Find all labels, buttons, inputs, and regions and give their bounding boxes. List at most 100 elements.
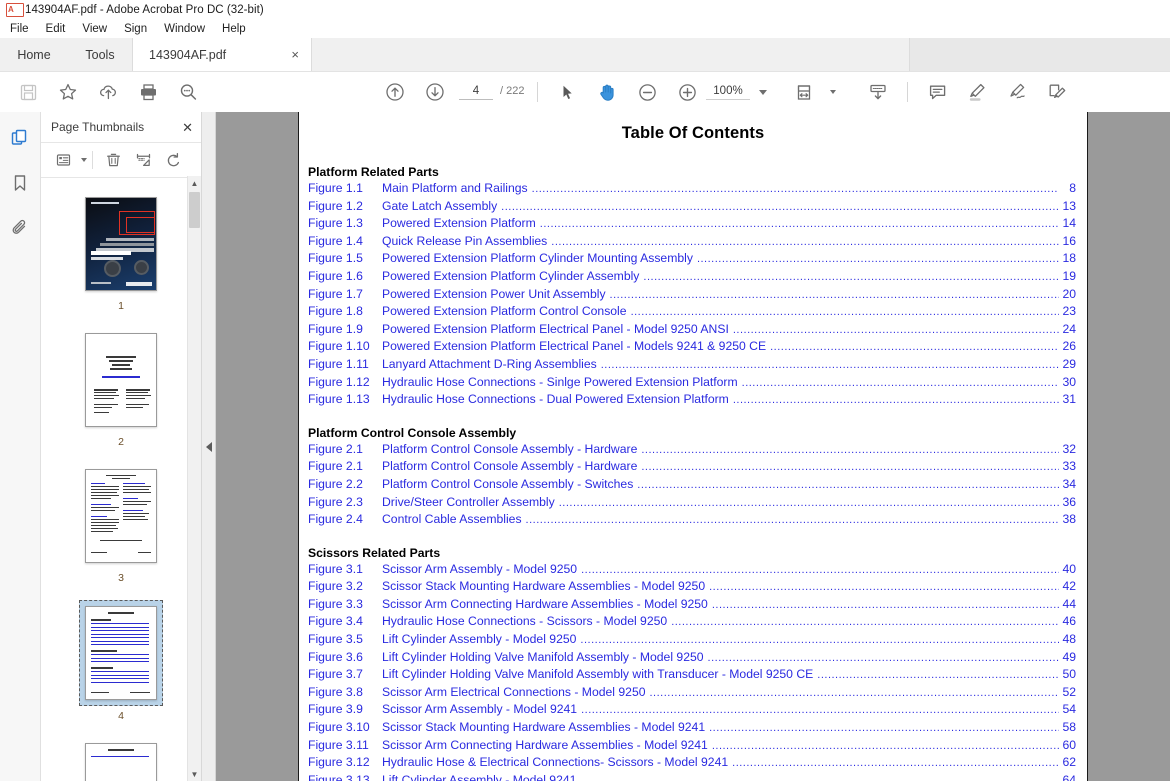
tab-tools[interactable]: Tools [68, 38, 132, 71]
toc-entry[interactable]: Figure 2.3 Drive/Steer Controller Assembl… [308, 494, 1076, 512]
toc-leader-dots: ........................................… [817, 669, 1059, 682]
menu-edit[interactable]: Edit [44, 22, 68, 36]
attachments-icon[interactable] [5, 214, 35, 242]
zoom-level-value[interactable]: 100% [706, 84, 750, 100]
extract-pages-icon[interactable] [128, 147, 158, 173]
toc-entry[interactable]: Figure 1.1 Main Platform and Railings....… [308, 180, 1076, 198]
close-icon[interactable]: ✕ [182, 121, 193, 134]
toc-entry[interactable]: Figure 1.9 Powered Extension Platform Ele… [308, 321, 1076, 339]
page-thumbnails-list[interactable]: 1 2 3 4 [41, 178, 201, 781]
collapse-panel-button[interactable] [202, 112, 216, 781]
comment-icon[interactable] [917, 76, 957, 108]
search-icon[interactable] [168, 76, 208, 108]
cursor-select-icon[interactable] [547, 76, 587, 108]
toc-entry-figure: Figure 1.3 [308, 216, 363, 231]
toc-leader-dots: ........................................… [741, 376, 1059, 389]
toc-entry[interactable]: Figure 3.2 Scissor Stack Mounting Hardwar… [308, 578, 1076, 596]
toc-entry[interactable]: Figure 1.3 Powered Extension Platform....… [308, 215, 1076, 233]
toc-entry[interactable]: Figure 1.6 Powered Extension Platform Cyl… [308, 268, 1076, 286]
page-thumbnails-icon[interactable] [5, 124, 35, 152]
toc-entry-page: 64 [1062, 772, 1076, 781]
toc-entry[interactable]: Figure 3.10 Scissor Stack Mounting Hardwa… [308, 719, 1076, 737]
toc-entry[interactable]: Figure 2.2 Platform Control Console Assem… [308, 476, 1076, 494]
toc-entry[interactable]: Figure 3.11 Scissor Arm Connecting Hardwa… [308, 737, 1076, 755]
thumbnail-page-5[interactable]: 5 [41, 738, 201, 781]
rotate-pages-icon[interactable] [158, 147, 188, 173]
toc-entry[interactable]: Figure 2.1 Platform Control Console Assem… [308, 458, 1076, 476]
toc-entry[interactable]: Figure 1.11 Lanyard Attachment D-Ring Ass… [308, 356, 1076, 374]
draw-signature-icon[interactable] [997, 76, 1037, 108]
toc-entry[interactable]: Figure 2.4 Control Cable Assemblies......… [308, 511, 1076, 529]
toc-leader-dots: ........................................… [709, 581, 1059, 594]
next-page-icon[interactable] [415, 76, 455, 108]
tab-document[interactable]: 143904AF.pdf × [132, 38, 312, 71]
toc-entry[interactable]: Figure 1.2 Gate Latch Assembly...........… [308, 198, 1076, 216]
toc-entry[interactable]: Figure 3.12 Hydraulic Hose & Electrical C… [308, 754, 1076, 772]
page-number-input[interactable] [459, 84, 493, 100]
thumbnail-image [85, 197, 157, 291]
toc-entry-title: Hydraulic Hose & Electrical Connections-… [382, 755, 729, 770]
toc-entry[interactable]: Figure 1.10 Powered Extension Platform El… [308, 338, 1076, 356]
delete-pages-icon[interactable] [98, 147, 128, 173]
toc-entry-page: 46 [1062, 614, 1076, 629]
toc-entry-title: Drive/Steer Controller Assembly [382, 494, 555, 509]
thumbnail-page-2[interactable]: 2 [41, 328, 201, 448]
tab-home[interactable]: Home [0, 38, 68, 71]
toc-entry[interactable]: Figure 3.13 Lift Cylinder Assembly - Mode… [308, 772, 1076, 781]
menu-view[interactable]: View [80, 22, 109, 36]
close-icon[interactable]: × [291, 48, 299, 61]
toc-entry-title: Platform Control Console Assembly - Hard… [382, 441, 638, 456]
toc-entry[interactable]: Figure 1.4 Quick Release Pin Assemblies..… [308, 233, 1076, 251]
page-number-field[interactable]: / 222 [459, 84, 524, 100]
toc-entry[interactable]: Figure 3.7 Lift Cylinder Holding Valve Ma… [308, 666, 1076, 684]
thumbnail-page-4[interactable]: 4 [41, 600, 201, 722]
toc-entry[interactable]: Figure 3.4 Hydraulic Hose Connections - S… [308, 613, 1076, 631]
toc-entry[interactable]: Figure 3.6 Lift Cylinder Holding Valve Ma… [308, 649, 1076, 667]
page-display-icon[interactable] [858, 76, 898, 108]
thumbnails-scrollbar[interactable]: ▲ ▼ [187, 176, 201, 781]
previous-page-icon[interactable] [375, 76, 415, 108]
thumbnail-page-3[interactable]: 3 [41, 464, 201, 584]
save-icon[interactable] [8, 76, 48, 108]
scroll-down-icon[interactable]: ▼ [188, 767, 201, 781]
menu-window[interactable]: Window [162, 22, 207, 36]
toc-entry-figure: Figure 3.2 [308, 579, 363, 594]
thumbnail-size-options-icon[interactable] [49, 147, 79, 173]
toc-entry[interactable]: Figure 1.5 Powered Extension Platform Cyl… [308, 250, 1076, 268]
star-icon[interactable] [48, 76, 88, 108]
zoom-in-icon[interactable] [667, 76, 707, 108]
fit-width-icon[interactable] [785, 76, 825, 108]
bookmarks-icon[interactable] [5, 169, 35, 197]
toc-entry[interactable]: Figure 3.5 Lift Cylinder Assembly - Model… [308, 631, 1076, 649]
menu-help[interactable]: Help [220, 22, 248, 36]
zoom-out-icon[interactable] [627, 76, 667, 108]
scrollbar-thumb[interactable] [189, 192, 200, 228]
toc-entry[interactable]: Figure 1.7 Powered Extension Power Unit A… [308, 286, 1076, 304]
fill-and-sign-icon[interactable] [1037, 76, 1077, 108]
thumbnail-options-chevron-down-icon[interactable] [81, 158, 87, 162]
toc-section-heading: Scissors Related Parts [308, 545, 441, 560]
thumbnail-page-label: 4 [118, 710, 124, 722]
scroll-up-icon[interactable]: ▲ [188, 176, 201, 190]
hand-tool-icon[interactable] [587, 76, 627, 108]
toc-entry-title: Lift Cylinder Holding Valve Manifold Ass… [382, 649, 704, 664]
zoom-dropdown-chevron-down-icon[interactable] [759, 89, 767, 95]
cloud-upload-icon[interactable] [88, 76, 128, 108]
toc-entry[interactable]: Figure 1.13 Hydraulic Hose Connections - … [308, 391, 1076, 409]
print-icon[interactable] [128, 76, 168, 108]
document-scroll-area[interactable]: Table Of Contents Platform Related Parts… [216, 112, 1170, 781]
toc-entry[interactable]: Figure 3.1 Scissor Arm Assembly - Model 9… [308, 561, 1076, 579]
toc-entry[interactable]: Figure 3.8 Scissor Arm Electrical Connect… [308, 684, 1076, 702]
toc-entry[interactable]: Figure 2.1 Platform Control Console Assem… [308, 441, 1076, 459]
thumbnail-page-1[interactable]: 1 [41, 192, 201, 312]
menu-file[interactable]: File [8, 22, 31, 36]
toc-section-heading: Platform Related Parts [308, 165, 439, 179]
fit-width-chevron-down-icon[interactable] [830, 90, 836, 94]
toc-entry[interactable]: Figure 1.12 Hydraulic Hose Connections - … [308, 374, 1076, 392]
highlight-pen-icon[interactable] [957, 76, 997, 108]
toc-entry[interactable]: Figure 3.9 Scissor Arm Assembly - Model 9… [308, 701, 1076, 719]
toc-leader-dots: ........................................… [732, 394, 1059, 407]
toc-entry[interactable]: Figure 3.3 Scissor Arm Connecting Hardwar… [308, 596, 1076, 614]
menu-sign[interactable]: Sign [122, 22, 149, 36]
toc-entry[interactable]: Figure 1.8 Powered Extension Platform Con… [308, 303, 1076, 321]
